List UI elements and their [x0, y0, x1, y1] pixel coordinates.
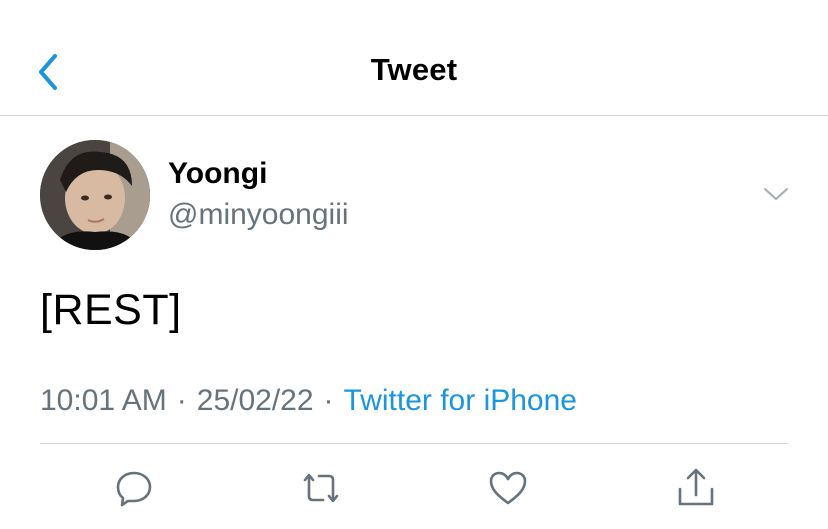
tweet-time: 10:01 AM — [40, 384, 167, 417]
retweet-icon — [303, 473, 339, 503]
nav-bar: Tweet — [0, 0, 828, 116]
like-button[interactable] — [486, 466, 530, 510]
retweet-button[interactable] — [299, 466, 343, 510]
tweet-metadata: 10:01 AM · 25/02/22 · Twitter for iPhone — [40, 384, 577, 418]
tweet-text: [REST] — [40, 286, 182, 334]
avatar[interactable] — [40, 140, 150, 250]
meta-separator: · — [176, 384, 187, 417]
chevron-down-icon — [764, 188, 788, 200]
page-title: Tweet — [370, 52, 458, 87]
author-handle[interactable]: @minyoongiii — [168, 198, 349, 232]
tweet-date: 25/02/22 — [196, 384, 314, 417]
more-options-button[interactable] — [758, 178, 794, 210]
share-button[interactable] — [674, 466, 718, 510]
like-icon — [489, 471, 527, 505]
divider — [40, 443, 789, 444]
reply-button[interactable] — [112, 466, 156, 510]
meta-separator: · — [323, 384, 334, 417]
share-icon — [678, 468, 714, 506]
tweet-source-link[interactable]: Twitter for iPhone — [344, 384, 577, 417]
reply-icon — [116, 471, 152, 507]
author-display-name[interactable]: Yoongi — [168, 157, 267, 191]
